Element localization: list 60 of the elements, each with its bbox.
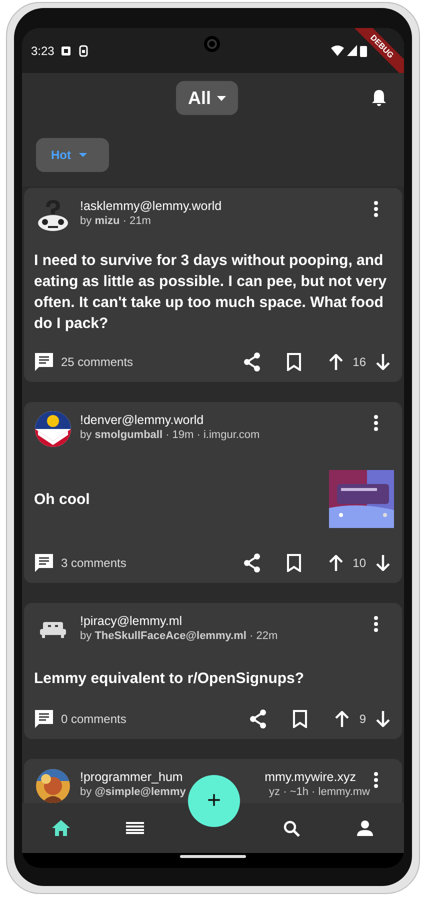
post-byline: yz · ~1h · lemmy.mw [269,785,370,800]
vote-score: 10 [352,555,366,572]
share-icon[interactable] [249,709,268,729]
bookmark-icon[interactable] [286,554,301,572]
upvote-icon[interactable] [328,555,343,571]
community-name[interactable]: !asklemmy@lemmy.world [80,198,222,214]
post-byline: by @simple@lemmy [80,785,186,800]
post-card[interactable] [24,188,402,382]
camera-icon [203,35,221,53]
post-card[interactable]: !piracy@lemmy.ml by TheSkullFaceAce@lemmy.ml · 22m Lemmy equivalent to r/OpenSignups? 0 comments 9 [24,603,402,739]
vote-score: 16 [352,354,366,371]
more-icon[interactable] [374,415,378,431]
feed-selector[interactable]: All [176,81,238,115]
post-title: I need to survive for 3 days without pooping, and eating as little as possible. I can pee, but not very often. It can't take up too much space. What food do I pack? [34,251,388,334]
upvote-icon[interactable] [328,354,343,370]
flag-logo-icon [34,410,72,448]
post-card[interactable]: !denver@lemmy.world by smolgumball · 19m · i.imgur.com Oh cool 3 comments 10 [24,402,402,583]
post-title: Lemmy equivalent to r/OpenSignups? [34,668,306,688]
bookmark-icon[interactable] [286,353,301,371]
downvote-icon[interactable] [376,711,390,727]
comment-icon [34,553,54,573]
notification-icon [61,46,72,56]
share-icon[interactable] [242,352,261,372]
storage-icon [79,44,88,56]
list-icon[interactable] [126,822,144,834]
bell-icon[interactable] [371,89,387,107]
caret-icon [79,153,87,157]
more-icon[interactable] [374,201,378,217]
post-byline: by smolgumball · 19m · i.imgur.com [80,428,260,443]
downvote-icon[interactable] [376,354,390,370]
battery-icon [360,44,367,56]
comment-count[interactable]: 25 comments [61,353,134,371]
comment-count[interactable]: 0 comments [61,710,126,728]
community-name[interactable]: !programmer_hum [80,769,183,785]
signal-icon [347,45,357,56]
mascot-icon [36,198,70,232]
post-title: Oh cool [34,490,91,510]
share-icon[interactable] [242,553,261,573]
comment-count[interactable]: 3 comments [61,554,126,572]
comment-icon [34,352,54,372]
new-post-button[interactable]: + [188,775,240,827]
wifi-icon [331,45,344,56]
community-name[interactable]: !piracy@lemmy.ml [80,613,278,629]
home-icon[interactable] [52,820,70,836]
vote-score: 9 [359,711,366,728]
community-name[interactable]: !denver@lemmy.world [80,412,260,428]
caret-icon [217,96,226,100]
search-icon[interactable] [283,820,300,836]
more-icon[interactable] [374,616,378,632]
post-byline: by mizu · 21m [80,214,152,229]
status-time: 3:23 [31,42,54,60]
more-icon[interactable] [374,772,378,788]
couch-icon [40,621,66,639]
profile-icon[interactable] [357,820,373,836]
upvote-icon[interactable] [335,711,350,727]
comment-icon [34,709,54,729]
bookmark-icon[interactable] [293,710,308,728]
community-name[interactable]: mmy.mywire.xyz [264,769,356,785]
post-byline: by TheSkullFaceAce@lemmy.ml · 22m [80,629,278,644]
downvote-icon[interactable] [376,555,390,571]
